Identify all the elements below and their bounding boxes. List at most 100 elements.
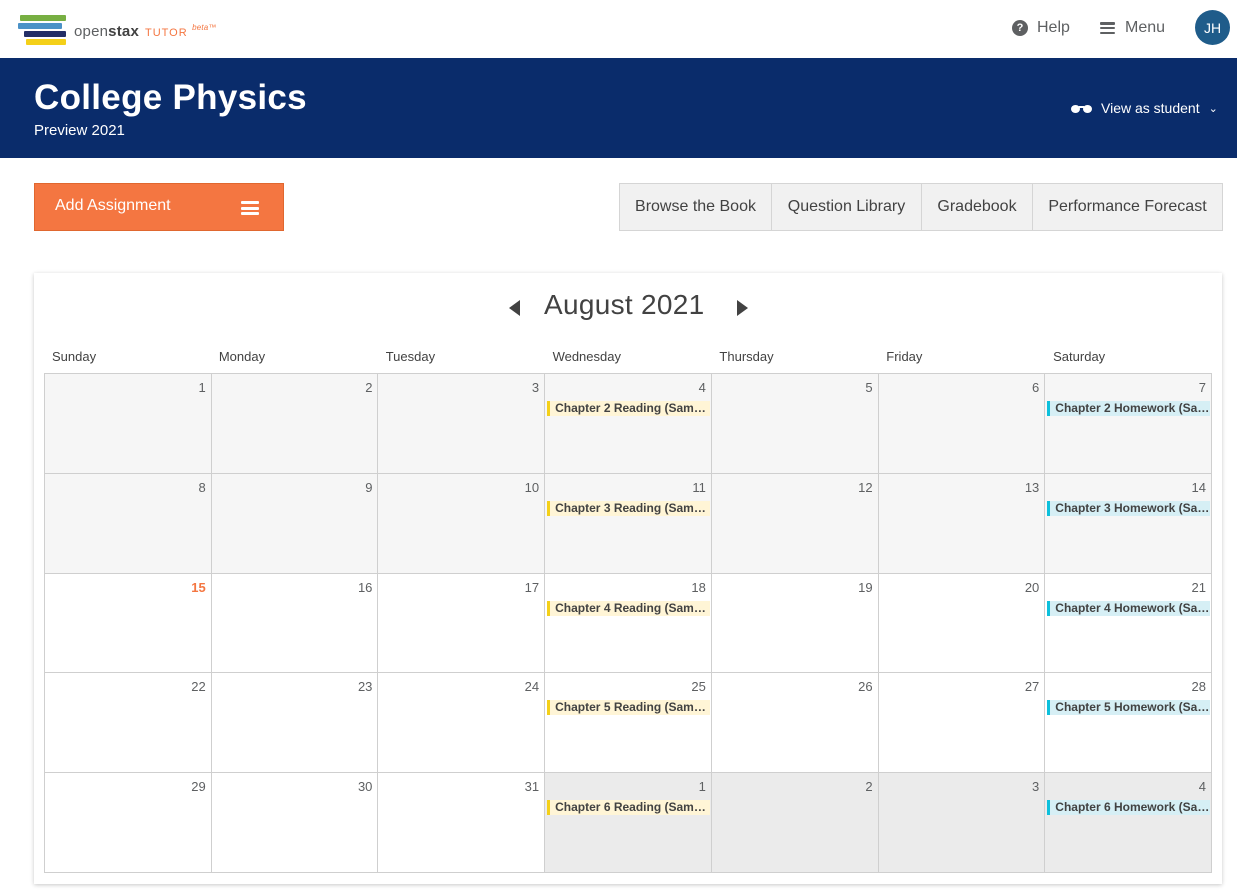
browse-book-button[interactable]: Browse the Book <box>619 183 772 231</box>
user-avatar[interactable]: JH <box>1195 10 1230 45</box>
calendar-day[interactable]: 7 Chapter 2 Homework (Sample) <box>1045 374 1212 474</box>
calendar-day[interactable]: 6 <box>878 374 1046 474</box>
course-subtitle: Preview 2021 <box>34 122 125 139</box>
homework-plan[interactable]: Chapter 3 Homework (Sample) <box>1047 500 1210 516</box>
openstax-tutor-logo[interactable]: openstax TUTOR beta™ <box>18 14 228 48</box>
calendar-day[interactable]: 1 Chapter 6 Reading (Sample) <box>545 773 712 873</box>
previous-month-icon[interactable] <box>509 300 520 316</box>
day-number: 21 <box>1191 579 1206 595</box>
calendar-day[interactable]: 31 <box>378 773 546 873</box>
calendar-day[interactable]: 28 Chapter 5 Homework (Sample) <box>1045 673 1212 774</box>
month-title: August 2021 <box>544 289 705 320</box>
weekday-label: Tuesday <box>385 349 436 364</box>
day-number: 7 <box>1198 380 1206 395</box>
homework-plan[interactable]: Chapter 4 Homework (Sample) <box>1047 600 1210 616</box>
help-link[interactable]: ? Help <box>1012 16 1070 40</box>
calendar-day[interactable]: 17 <box>378 573 546 674</box>
day-number: 2 <box>365 380 373 395</box>
calendar-day[interactable]: 11 Chapter 3 Reading (Sample) <box>545 473 712 574</box>
reading-plan[interactable]: Chapter 3 Reading (Sample) <box>547 500 710 516</box>
weekday-label: Friday <box>886 349 923 364</box>
day-number: 15 <box>191 579 206 595</box>
calendar-day[interactable]: 13 <box>878 473 1046 574</box>
day-number: 29 <box>191 779 206 795</box>
book-stack-icon <box>18 14 68 48</box>
day-number: 3 <box>531 380 540 395</box>
calendar-header: August 2021 <box>34 287 1222 327</box>
calendar-day[interactable]: 16 <box>211 573 379 674</box>
view-as-label: View as student <box>1101 100 1200 116</box>
performance-forecast-button[interactable]: Performance Forecast <box>1032 183 1223 231</box>
day-number: 17 <box>524 579 540 595</box>
calendar-day[interactable]: 2 <box>211 374 379 474</box>
calendar-day[interactable]: 10 <box>378 473 546 574</box>
day-number: 6 <box>1032 380 1040 395</box>
course-banner: College Physics Preview 2021 View as stu… <box>0 58 1237 158</box>
chevron-down-icon: ⌄ <box>1208 102 1218 115</box>
homework-plan[interactable]: Chapter 6 Homework (Sample) <box>1047 800 1210 816</box>
calendar-day[interactable]: 14 Chapter 3 Homework (Sample) <box>1045 473 1212 574</box>
question-library-button[interactable]: Question Library <box>771 183 922 231</box>
day-number: 1 <box>698 779 706 795</box>
weekday-label: Wednesday <box>552 349 621 364</box>
weekday-label: Monday <box>218 349 266 364</box>
hamburger-icon <box>1100 22 1115 34</box>
calendar-day[interactable]: 20 <box>878 573 1046 674</box>
calendar-day[interactable]: 15 <box>45 573 212 674</box>
day-number: 25 <box>691 679 706 695</box>
calendar-day[interactable]: 30 <box>211 773 379 873</box>
day-number: 24 <box>524 679 540 695</box>
calendar-day[interactable]: 18 Chapter 4 Reading (Sample) <box>545 573 712 674</box>
calendar-day[interactable]: 12 <box>711 473 879 574</box>
calendar-day[interactable]: 24 <box>378 673 546 774</box>
calendar-day[interactable]: 19 <box>711 573 879 674</box>
calendar-day[interactable]: 23 <box>211 673 379 774</box>
day-number: 14 <box>1191 479 1206 495</box>
add-assignment-button[interactable]: Add Assignment <box>34 183 284 231</box>
course-tools: Browse the Book Question Library Gradebo… <box>619 183 1223 231</box>
calendar-day[interactable]: 9 <box>211 473 379 574</box>
calendar-day[interactable]: 3 <box>378 374 546 474</box>
menu-label: Menu <box>1125 19 1166 36</box>
day-number: 12 <box>858 479 873 495</box>
calendar-day[interactable]: 21 Chapter 4 Homework (Sample) <box>1045 573 1212 674</box>
calendar-day[interactable]: 22 <box>45 673 212 774</box>
day-number: 8 <box>198 479 206 495</box>
glasses-icon <box>1070 103 1094 113</box>
day-number: 2 <box>865 779 873 795</box>
view-as-student-dropdown[interactable]: View as student ⌄ <box>1070 100 1218 116</box>
calendar-day[interactable]: 8 <box>45 473 212 574</box>
calendar-day[interactable]: 4 Chapter 6 Homework (Sample) <box>1045 773 1212 873</box>
calendar-day[interactable]: 25 Chapter 5 Reading (Sample) <box>545 673 712 774</box>
calendar: August 2021 Sunday Monday Tuesday Wednesday… <box>34 273 1222 884</box>
calendar-day[interactable]: 27 <box>878 673 1046 774</box>
reading-plan[interactable]: Chapter 5 Reading (Sample) <box>547 700 710 716</box>
reading-plan[interactable]: Chapter 2 Reading (Sample) <box>547 401 710 416</box>
calendar-day[interactable]: 29 <box>45 773 212 873</box>
day-number: 26 <box>858 679 873 695</box>
menu-toggle[interactable]: Menu <box>1100 16 1165 40</box>
next-month-icon[interactable] <box>737 300 748 316</box>
homework-plan[interactable]: Chapter 5 Homework (Sample) <box>1047 700 1210 716</box>
day-number: 20 <box>1024 579 1040 595</box>
gradebook-button[interactable]: Gradebook <box>921 183 1033 231</box>
day-number: 3 <box>1032 779 1040 795</box>
reading-plan[interactable]: Chapter 6 Reading (Sample) <box>547 800 710 816</box>
homework-plan[interactable]: Chapter 2 Homework (Sample) <box>1047 401 1210 416</box>
course-title: College Physics <box>34 78 307 117</box>
reading-plan[interactable]: Chapter 4 Reading (Sample) <box>547 600 710 616</box>
calendar-day[interactable]: 5 <box>711 374 879 474</box>
calendar-day[interactable]: 26 <box>711 673 879 774</box>
calendar-day[interactable]: 2 <box>711 773 879 873</box>
day-number: 31 <box>524 779 540 795</box>
day-number: 22 <box>191 679 206 695</box>
calendar-day[interactable]: 1 <box>45 374 212 474</box>
add-assignment-label: Add Assignment <box>55 197 171 214</box>
calendar-day[interactable]: 3 <box>878 773 1046 873</box>
day-number: 4 <box>698 380 706 395</box>
weekday-label: Saturday <box>1053 349 1106 364</box>
calendar-day[interactable]: 4 Chapter 2 Reading (Sample) <box>545 374 712 474</box>
day-number: 16 <box>357 579 373 595</box>
logo-wordmark: openstax TUTOR beta™ <box>74 23 217 40</box>
day-number: 28 <box>1191 679 1206 695</box>
